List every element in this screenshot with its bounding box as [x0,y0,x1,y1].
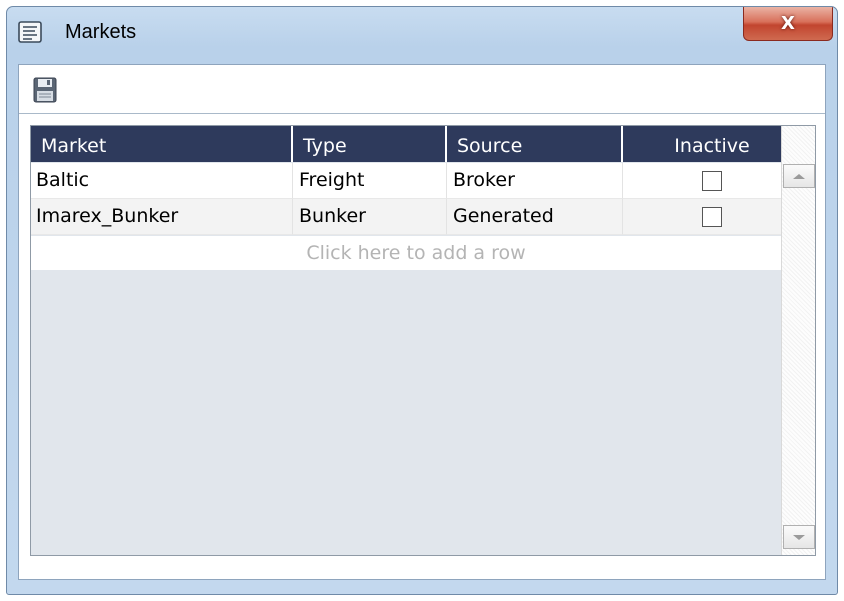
arrow-up-icon [793,173,805,179]
source-cell[interactable]: Generated [447,199,623,235]
grid-header: Market Type Source Inactive [31,126,801,162]
toolbar [19,65,825,114]
arrow-down-icon [793,534,805,540]
inactive-cell [623,199,801,235]
client-area: Market Type Source Inactive Baltic Freig… [18,64,826,580]
inactive-checkbox[interactable] [702,206,722,227]
scroll-down-button[interactable] [783,525,815,549]
market-cell[interactable]: Baltic [31,163,293,199]
markets-grid: Market Type Source Inactive Baltic Freig… [30,125,816,556]
market-cell[interactable]: Imarex_Bunker [31,199,293,235]
add-row-button[interactable]: Click here to add a row [31,236,801,270]
close-button[interactable]: X [743,7,833,41]
inactive-cell [623,163,801,199]
table-row[interactable]: Baltic Freight Broker [31,163,801,199]
column-header-type[interactable]: Type [293,126,447,162]
scroll-up-button[interactable] [783,164,815,188]
window-title: Markets [65,21,137,43]
close-icon: X [781,13,795,34]
type-cell[interactable]: Bunker [293,199,447,235]
vertical-scrollbar[interactable] [781,126,815,555]
floppy-disk-icon[interactable] [33,77,57,103]
table-row[interactable]: Imarex_Bunker Bunker Generated [31,199,801,235]
document-list-icon [18,21,42,43]
title-bar[interactable]: Markets X [7,7,837,61]
column-header-inactive[interactable]: Inactive [623,126,801,162]
column-header-market[interactable]: Market [31,126,293,162]
source-cell[interactable]: Broker [447,163,623,199]
column-header-source[interactable]: Source [447,126,623,162]
markets-window: Markets X Market Type Source Inactive Ba… [6,6,838,595]
type-cell[interactable]: Freight [293,163,447,199]
inactive-checkbox[interactable] [702,170,722,191]
